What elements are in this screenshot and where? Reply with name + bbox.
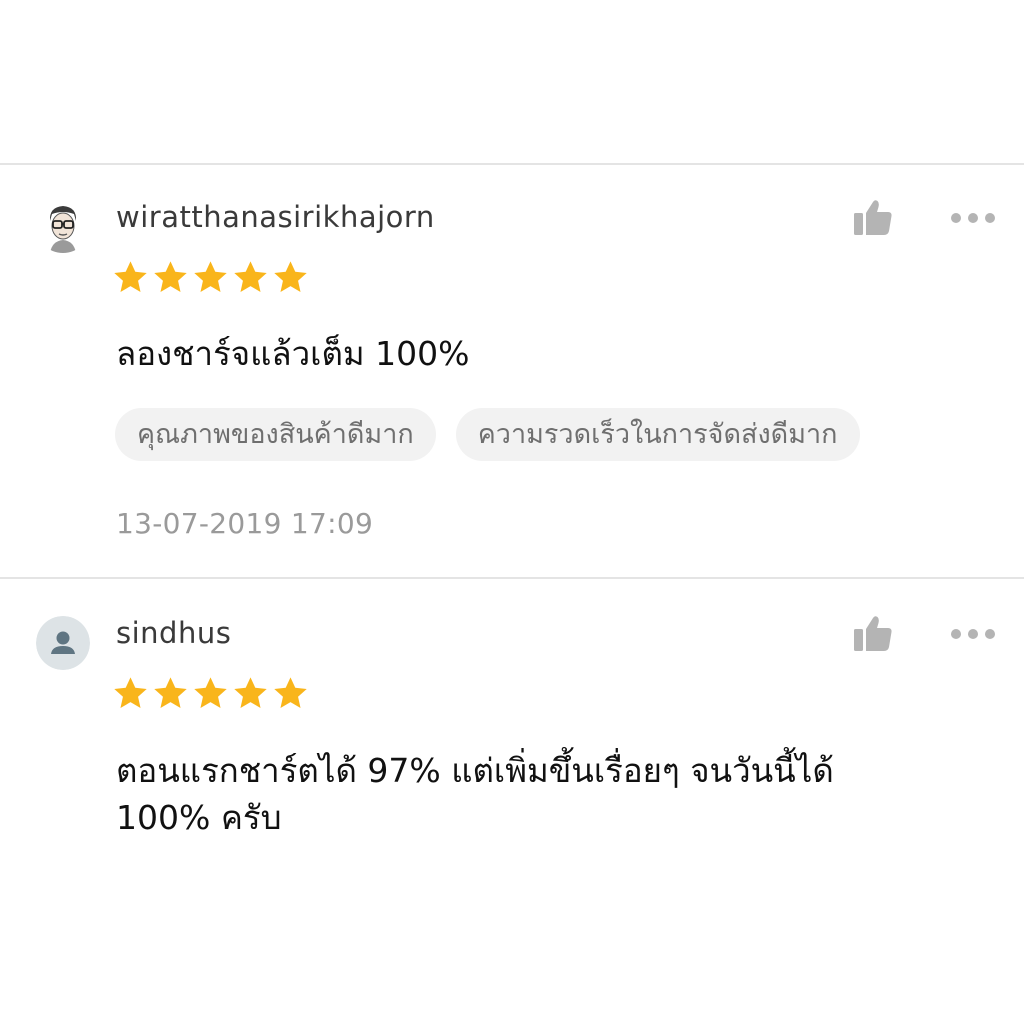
- star-icon: [194, 261, 227, 292]
- review-tags: คุณภาพของสินค้าดีมาก ความรวดเร็วในการจัด…: [115, 408, 860, 461]
- star-icon: [234, 261, 267, 292]
- star-icon: [234, 677, 267, 708]
- default-user-avatar-icon: [36, 616, 90, 670]
- star-icon: [114, 261, 147, 292]
- avatar[interactable]: [36, 616, 90, 670]
- star-icon: [274, 677, 307, 708]
- review-comment-line: 100% ครับ: [116, 798, 282, 837]
- like-button[interactable]: [852, 614, 894, 654]
- star-icon: [274, 261, 307, 292]
- more-options-button[interactable]: [950, 211, 996, 225]
- more-options-button[interactable]: [950, 627, 996, 641]
- review-comment: ลองชาร์จแล้วเต็ม 100%: [116, 334, 470, 373]
- star-icon: [114, 677, 147, 708]
- star-icon: [154, 261, 187, 292]
- divider: [0, 577, 1024, 579]
- review-comment-line: ตอนแรกชาร์ตได้ 97% แต่เพิ่มขึ้นเรื่อยๆ จ…: [116, 751, 834, 790]
- star-rating: [112, 675, 309, 712]
- more-options-icon: [951, 629, 995, 639]
- star-icon: [194, 677, 227, 708]
- review-comment: ตอนแรกชาร์ตได้ 97% แต่เพิ่มขึ้นเรื่อยๆ จ…: [116, 747, 946, 841]
- review-tag: คุณภาพของสินค้าดีมาก: [115, 408, 436, 461]
- review-list: wiratthanasirikhajorn ลองชาร์จแล้วเต็ม 1…: [0, 0, 1024, 1024]
- star-icon: [154, 677, 187, 708]
- cartoon-face-avatar-icon: [36, 199, 90, 253]
- like-button[interactable]: [852, 198, 894, 238]
- avatar[interactable]: [36, 199, 90, 253]
- thumbs-up-icon: [854, 200, 892, 235]
- reviewer-username[interactable]: wiratthanasirikhajorn: [116, 200, 435, 234]
- reviewer-username[interactable]: sindhus: [116, 616, 231, 650]
- review-tag: ความรวดเร็วในการจัดส่งดีมาก: [455, 408, 860, 461]
- review-timestamp: 13-07-2019 17:09: [116, 507, 374, 540]
- divider: [0, 163, 1024, 165]
- more-options-icon: [951, 213, 995, 223]
- thumbs-up-icon: [854, 616, 892, 651]
- star-rating: [112, 259, 309, 296]
